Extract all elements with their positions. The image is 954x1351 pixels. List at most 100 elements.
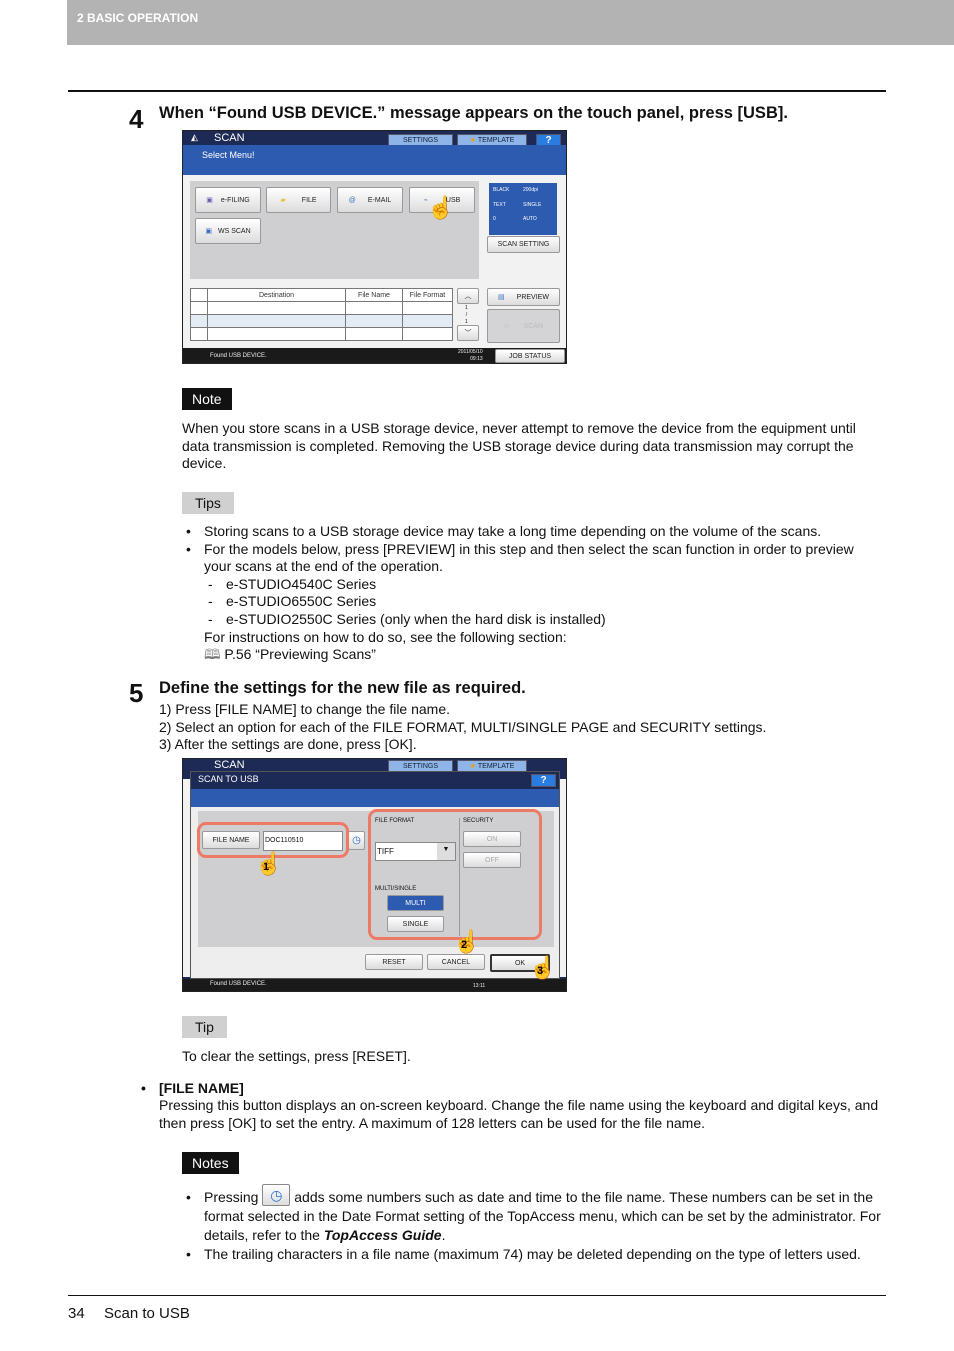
note-item: The trailing characters in a file name (… bbox=[182, 1245, 887, 1264]
help-button[interactable]: ? bbox=[531, 774, 556, 787]
scan-button[interactable]: ◇ SCAN bbox=[487, 309, 560, 343]
button-label: WS SCAN bbox=[217, 227, 251, 235]
color-mode: BLACK bbox=[493, 187, 510, 193]
efiling-icon: ▣ bbox=[206, 197, 213, 204]
note-text: When you store scans in a USB storage de… bbox=[182, 420, 856, 472]
screen-subtitle: Select Menu! bbox=[202, 150, 255, 160]
step-heading: When “Found USB DEVICE.” message appears… bbox=[159, 104, 788, 122]
star-icon: ★ bbox=[469, 763, 476, 770]
date-time: 2011/05/10 09:13 bbox=[458, 349, 483, 362]
topaccess-guide-ref: TopAccess Guide bbox=[323, 1227, 442, 1243]
scan-settings-summary: BLACK 200dpi TEXT SINGLE 0 AUTO bbox=[489, 183, 557, 235]
reset-button[interactable]: RESET bbox=[365, 954, 423, 970]
bullet: • bbox=[141, 1080, 146, 1096]
touch-panel-screenshot: ◭ SCAN SETTINGS ★ TEMPLATE ? Select Menu… bbox=[182, 130, 567, 364]
message-band: Select Menu! bbox=[183, 145, 566, 175]
section-title: 2 BASIC OPERATION bbox=[77, 11, 199, 25]
model-item: e-STUDIO4540C Series bbox=[204, 576, 882, 594]
resolution: 200dpi bbox=[523, 187, 539, 193]
job-status-button[interactable]: JOB STATUS bbox=[495, 349, 565, 363]
button-label: e-FILING bbox=[220, 196, 250, 204]
dialog-band bbox=[191, 789, 559, 807]
rotation: 0 bbox=[493, 216, 496, 223]
column-header: Destination bbox=[207, 288, 346, 302]
button-label: E-MAIL bbox=[367, 196, 392, 204]
instructions: For instructions on how to do so, see th… bbox=[204, 628, 567, 645]
tips-label: Tips bbox=[182, 492, 234, 514]
step-list: 1) Press [FILE NAME] to change the file … bbox=[159, 701, 879, 754]
date-time-clock-button[interactable]: ◷ bbox=[348, 831, 365, 850]
cancel-button[interactable]: CANCEL bbox=[427, 954, 485, 970]
button-label: PREVIEW bbox=[516, 293, 549, 301]
substep: 1) Press [FILE NAME] to change the file … bbox=[159, 701, 451, 717]
screen-title: SCAN bbox=[214, 759, 245, 771]
step-number: 5 bbox=[129, 678, 144, 708]
model-item: e-STUDIO6550C Series bbox=[204, 593, 882, 611]
status-message: Found USB DEVICE. bbox=[210, 353, 267, 359]
scan-to-usb-dialog: SCAN TO USB ? FILE NAME DOC110510 ◷ FILE… bbox=[190, 771, 560, 979]
scan-side: SINGLE bbox=[523, 201, 542, 208]
notes-label: Notes bbox=[182, 1152, 239, 1174]
screen-title: SCAN bbox=[214, 132, 245, 144]
step-number: 4 bbox=[129, 104, 144, 134]
tip-item: Storing scans to a USB storage device ma… bbox=[182, 523, 882, 541]
email-button[interactable]: @ E-MAIL bbox=[337, 187, 403, 213]
callout-hand-2-icon: ☝ 2 bbox=[453, 929, 481, 954]
book-icon: 🕮 bbox=[204, 646, 221, 663]
note-label: Note bbox=[182, 388, 232, 410]
template-label: TEMPLATE bbox=[477, 762, 515, 770]
model-item: e-STUDIO2550C Series (only when the hard… bbox=[204, 611, 882, 629]
preview-icon: ▤ bbox=[498, 294, 505, 301]
file-button[interactable]: ▰ FILE bbox=[266, 187, 331, 213]
tips-content: Storing scans to a USB storage device ma… bbox=[182, 523, 882, 664]
notes-content: Pressing ◷ adds some numbers such as dat… bbox=[182, 1184, 887, 1264]
page-number: 34 bbox=[68, 1305, 85, 1322]
step-heading: Define the settings for the new file as … bbox=[159, 679, 526, 697]
folder-icon: ▰ bbox=[280, 197, 286, 204]
button-label: FILE bbox=[301, 196, 317, 204]
original-mode: TEXT bbox=[493, 201, 506, 208]
note-item: Pressing ◷ adds some numbers such as dat… bbox=[182, 1184, 887, 1245]
reference-link[interactable]: 🕮 P.56 “Previewing Scans” bbox=[204, 646, 882, 664]
section-header: 2 BASIC OPERATION bbox=[67, 0, 954, 45]
footer-title: Scan to USB bbox=[104, 1305, 190, 1322]
tip-item: For the models below, press [PREVIEW] in… bbox=[182, 541, 882, 664]
table-row[interactable] bbox=[190, 301, 453, 315]
destination-table: Destination File Name File Format bbox=[190, 288, 453, 341]
scan-setting-button[interactable]: SCAN SETTING bbox=[487, 236, 560, 253]
clock-button-icon: ◷ bbox=[262, 1184, 291, 1207]
substep: 2) Select an option for each of the FILE… bbox=[159, 718, 767, 735]
email-icon: @ bbox=[348, 196, 356, 204]
clock-icon: ◷ bbox=[352, 835, 361, 846]
scroll-up-button[interactable]: ︿ bbox=[457, 288, 479, 304]
file-name-title: [FILE NAME] bbox=[159, 1080, 244, 1096]
substep: 3) After the settings are done, press [O… bbox=[159, 736, 417, 753]
template-label: TEMPLATE bbox=[477, 136, 515, 144]
footer-divider bbox=[68, 1295, 886, 1296]
tip-label: Tip bbox=[182, 1016, 227, 1038]
scan-to-usb-screenshot: SCAN SETTINGS ★ TEMPLATE SCAN TO USB ? F… bbox=[182, 758, 567, 992]
pointing-hand-icon: ☝ bbox=[427, 195, 455, 220]
status-bar: Found USB DEVICE. 13:11 bbox=[183, 979, 566, 991]
file-name-text: Pressing this button displays an on-scre… bbox=[159, 1097, 879, 1131]
preview-button[interactable]: ▤ PREVIEW bbox=[487, 288, 560, 306]
highlight-settings bbox=[368, 809, 542, 940]
time: 13:11 bbox=[473, 983, 486, 989]
column-header: File Name bbox=[345, 288, 403, 302]
status-message: Found USB DEVICE. bbox=[210, 981, 267, 987]
table-row[interactable] bbox=[190, 314, 453, 328]
dialog-title: SCAN TO USB bbox=[198, 774, 259, 784]
divider bbox=[68, 90, 886, 92]
efiling-button[interactable]: ▣ e-FILING bbox=[195, 187, 261, 213]
page-indicator: 1/1 bbox=[465, 305, 468, 325]
star-icon: ★ bbox=[469, 137, 476, 144]
start-icon: ◇ bbox=[504, 323, 510, 330]
ws-scan-button[interactable]: ▣ WS SCAN bbox=[195, 218, 261, 244]
callout-hand-3-icon: ☝ 3 bbox=[529, 955, 557, 980]
button-label: SCAN bbox=[523, 322, 543, 330]
scan-icon: ◭ bbox=[191, 132, 198, 142]
table-row[interactable] bbox=[190, 327, 453, 341]
column-header: File Format bbox=[402, 288, 453, 302]
callout-hand-1-icon: ☝ 1 bbox=[255, 851, 283, 876]
scroll-down-button[interactable]: ﹀ bbox=[457, 325, 479, 341]
